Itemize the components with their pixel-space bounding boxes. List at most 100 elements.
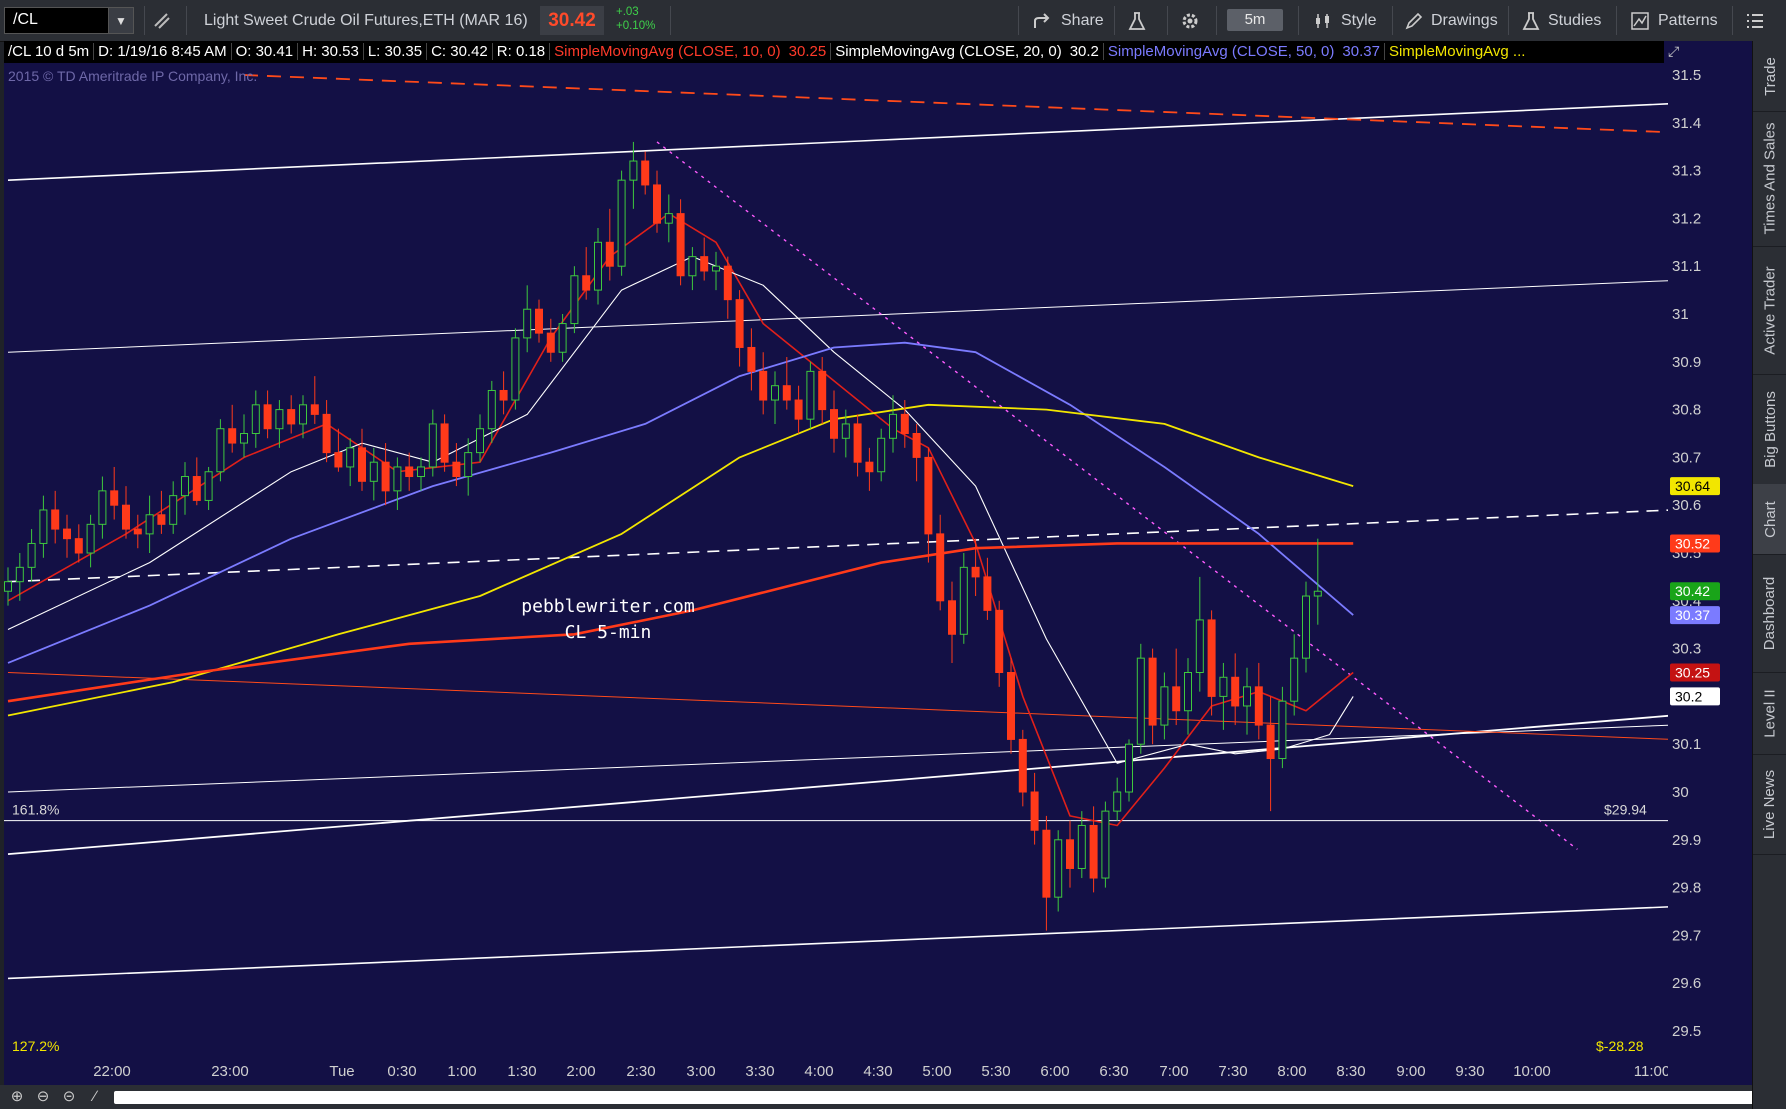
candle-body [86,523,95,554]
candle-body [712,265,720,272]
toolbar-divider [1616,6,1617,35]
zoom-out-icon[interactable]: ⊖ [34,1088,52,1106]
candle-body [735,299,744,348]
share-icon [1034,12,1050,28]
flask-icon[interactable] [1128,0,1146,41]
x-tick-label: 10:00 [1513,1063,1551,1080]
candle-body [1125,743,1133,793]
candle-body [499,389,508,401]
style-button[interactable]: Style [1313,0,1377,41]
candle-body [405,466,414,478]
symbol-text: /CL [13,11,38,28]
candle-body [287,409,296,425]
tab-level-ii[interactable]: Level II [1753,672,1786,755]
tab-chart[interactable]: Chart [1753,484,1786,555]
chart-scrollbar[interactable]: ⊕ ⊖ ⊝ ∕ [0,1085,1760,1109]
status-high: H: 30.53 [298,43,364,60]
y-tick-label: 30.7 [1672,449,1701,466]
candle-body [523,308,532,339]
candle-body [133,528,142,535]
x-tick-label: 5:00 [922,1063,951,1080]
toolbar-divider [1508,6,1509,35]
tab-dashboard[interactable]: Dashboard [1753,554,1786,673]
patterns-label: Patterns [1658,11,1718,29]
tab-big-buttons[interactable]: Big Buttons [1753,374,1786,485]
change-absolute: +.03 [616,6,639,18]
candle-body [535,308,543,334]
toolbar-divider [1114,6,1115,35]
toolbar-divider [1167,6,1168,35]
candle-body [346,447,355,468]
candle-body [959,566,968,635]
candle-body [157,514,166,525]
sma-more-label: SimpleMovingAvg ... [1388,43,1526,60]
y-tick-label: 29.5 [1672,1023,1701,1040]
y-tick-label: 29.7 [1672,927,1701,944]
candle-body [358,447,366,482]
candle-body [782,385,791,401]
x-tick-label: 9:00 [1396,1063,1425,1080]
collapse-icon[interactable]: ⤢ [1668,43,1688,61]
drawings-button[interactable]: Drawings [1405,0,1498,41]
zoom-in-icon[interactable]: ⊕ [8,1088,26,1106]
candle-body [936,533,945,602]
price-change: +.03 +0.10% [616,5,655,33]
y-tick-label: 30.6 [1672,497,1701,514]
candle-body [263,404,272,430]
studies-button[interactable]: Studies [1522,0,1601,41]
draw-line-icon[interactable]: ∕ [86,1088,104,1106]
candle-body [487,389,496,430]
candle-body [1313,590,1322,597]
share-button[interactable]: Share [1033,0,1104,41]
scroll-track[interactable] [114,1091,1754,1104]
trendline [243,74,1668,134]
candle-body [240,433,248,444]
candle-body [1278,700,1287,760]
moving-average-line [7,212,1354,827]
candle-body [794,399,803,420]
candle-body [1160,686,1169,726]
tab-trade[interactable]: Trade [1753,41,1786,112]
candlestick-chart[interactable]: 31.5 31.4 31.3 31.2 31.1 31 30.9 30.8 30.7 30.6 30… [4,41,1752,1090]
candle-body [1042,829,1051,898]
x-tick-label: 22:00 [93,1063,131,1080]
toolbar-divider [186,6,187,35]
x-tick-label: 7:30 [1218,1063,1247,1080]
candle-body [641,160,650,186]
candle-body [452,461,461,478]
y-tick-label: 30.1 [1672,736,1701,753]
candle-body [1077,824,1086,869]
candle-body [334,452,343,468]
status-line: /CL 10 d 5m D: 1/19/16 8:45 AM O: 30.41 H: … [4,41,1664,63]
candle-body [747,346,756,372]
chevron-down-icon[interactable]: ▼ [108,7,134,34]
gear-icon[interactable] [1180,0,1200,41]
change-percent: +0.10% [616,20,656,32]
share-label: Share [1061,11,1104,29]
tab-times-and-sales[interactable]: Times And Sales [1753,111,1786,247]
link-icon[interactable] [152,0,172,41]
timeframe-button[interactable]: 5m [1227,9,1283,31]
tab-live-news[interactable]: Live News [1753,754,1786,855]
candle-body [1066,839,1074,869]
candle-body [1054,839,1063,898]
zoom-reset-icon[interactable]: ⊝ [60,1088,78,1106]
candle-body [629,160,638,181]
y-tick-label: 30.3 [1672,641,1701,658]
x-tick-label: 0:30 [387,1063,416,1080]
trendline [7,906,1668,980]
menu-icon[interactable] [1746,0,1764,41]
toolbar-divider [1216,6,1217,35]
time-axis[interactable]: 22:00 23:00 Tue 0:30 1:00 1:30 2:00 2:30 3:00 3:3… [4,1057,1670,1085]
candle-body [1231,676,1240,707]
sma20-value: 30.2 [1065,43,1104,60]
candle-body [830,409,838,439]
candle-body [1018,738,1027,793]
candle-body [653,184,661,224]
patterns-button[interactable]: Patterns [1630,0,1718,41]
candle-body [251,404,260,435]
price-badge-label: 30.52 [1675,535,1710,551]
trendline [7,280,1668,353]
tab-active-trader[interactable]: Active Trader [1753,246,1786,375]
candle-body [1254,686,1263,726]
